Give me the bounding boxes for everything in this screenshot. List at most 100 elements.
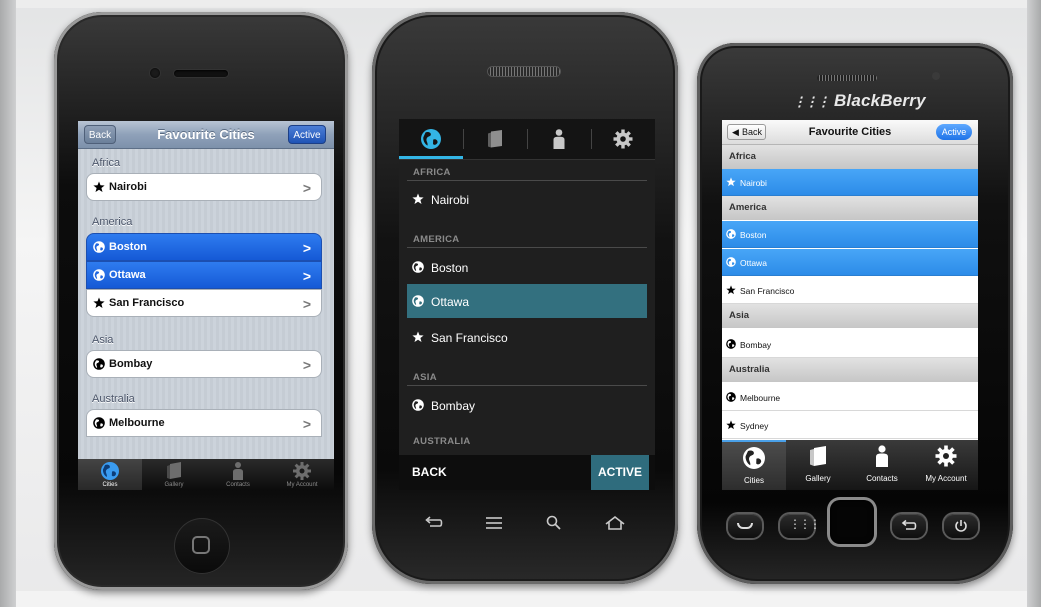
tab-gallery[interactable]: Gallery xyxy=(142,459,206,490)
list-item-label: Bombay xyxy=(431,399,476,413)
contacts-icon xyxy=(870,444,894,468)
gallery-icon xyxy=(164,461,184,481)
earpiece-speaker xyxy=(174,70,228,77)
ios-tab-bar: Cities Gallery Contacts My Account xyxy=(78,459,334,490)
call-key[interactable] xyxy=(728,514,762,538)
list-item-label: Melbourne xyxy=(740,393,781,403)
tab-label: Contacts xyxy=(866,474,898,483)
list-item-ottawa[interactable]: Ottawa xyxy=(407,284,647,318)
list-item-san-francisco[interactable]: San Francisco xyxy=(722,277,978,304)
list-item-label: Nairobi xyxy=(109,181,147,193)
contacts-icon xyxy=(228,461,248,481)
android-bottom-bar: BACK ACTIVE xyxy=(399,455,655,490)
globe-icon xyxy=(412,261,424,273)
power-icon xyxy=(953,518,969,534)
earpiece-speaker xyxy=(488,67,560,76)
list-item-nairobi[interactable]: Nairobi xyxy=(407,182,647,216)
active-button[interactable]: Active xyxy=(936,124,972,140)
list-item-bombay[interactable]: Bombay xyxy=(407,388,647,422)
tab-cities[interactable] xyxy=(399,119,463,159)
tab-settings[interactable] xyxy=(591,119,655,159)
globe-icon xyxy=(93,358,105,370)
gallery-icon xyxy=(484,128,506,150)
globe-icon xyxy=(726,392,736,402)
list-item-boston[interactable]: Boston > xyxy=(86,233,322,261)
star-icon xyxy=(412,193,424,205)
globe-icon xyxy=(412,295,424,307)
tab-cities[interactable]: Cities xyxy=(722,440,786,490)
menu-icon[interactable] xyxy=(484,516,504,530)
list-item-label: San Francisco xyxy=(431,331,508,345)
list-item-label: Boston xyxy=(109,241,147,253)
chevron-right-icon: > xyxy=(302,240,311,256)
globe-icon xyxy=(420,128,442,150)
android-action-tabs xyxy=(399,119,655,160)
star-icon xyxy=(93,181,105,193)
tab-gallery[interactable]: Gallery xyxy=(786,440,850,490)
list-item-label: San Francisco xyxy=(109,297,185,309)
globe-icon xyxy=(412,399,424,411)
home-button[interactable] xyxy=(174,518,230,574)
blackberry-hardware-keys: ⋮⋮⋮ xyxy=(722,500,984,552)
list-item-melbourne[interactable]: Melbourne > xyxy=(86,409,322,437)
section-header-america: AMERICA xyxy=(413,234,460,245)
tab-my-account[interactable]: My Account xyxy=(914,440,978,490)
end-power-key[interactable] xyxy=(944,514,978,538)
list-item-ottawa[interactable]: Ottawa xyxy=(722,249,978,276)
list-item-nairobi[interactable]: Nairobi xyxy=(722,169,978,196)
tab-my-account[interactable]: My Account xyxy=(270,459,334,490)
list-item-san-francisco[interactable]: San Francisco > xyxy=(86,289,322,317)
contacts-icon xyxy=(548,128,570,150)
list-item-label: Nairobi xyxy=(431,193,470,207)
trackpad[interactable] xyxy=(830,500,874,544)
star-icon xyxy=(412,331,424,343)
menu-key[interactable]: ⋮⋮⋮ xyxy=(780,514,821,538)
active-button[interactable]: Active xyxy=(288,125,326,144)
active-button[interactable]: ACTIVE xyxy=(591,455,649,490)
tab-contacts[interactable]: Contacts xyxy=(850,440,914,490)
list-item-label: Nairobi xyxy=(740,178,767,188)
list-item-ottawa[interactable]: Ottawa > xyxy=(86,261,322,289)
list-item-bombay[interactable]: Bombay > xyxy=(86,350,322,378)
chevron-right-icon: > xyxy=(302,296,311,312)
tab-label: Contacts xyxy=(226,482,250,488)
globe-icon xyxy=(93,269,105,281)
back-key[interactable] xyxy=(892,514,926,538)
iphone-screen: Back Favourite Cities Active Africa Nair… xyxy=(78,121,334,490)
tab-contacts[interactable]: Contacts xyxy=(206,459,270,490)
section-header-america: America xyxy=(92,216,133,228)
tab-gallery[interactable] xyxy=(463,119,527,159)
list-item-label: Ottawa xyxy=(109,269,146,281)
globe-icon xyxy=(100,461,120,481)
list-item-sydney[interactable]: Sydney xyxy=(722,412,978,439)
tab-cities[interactable]: Cities xyxy=(78,459,142,490)
section-header-australia: Australia xyxy=(722,358,978,382)
section-header-africa: Africa xyxy=(722,145,978,169)
list-item-melbourne[interactable]: Melbourne xyxy=(722,384,978,411)
star-icon xyxy=(726,420,736,430)
front-camera xyxy=(150,68,160,78)
list-item-label: Ottawa xyxy=(740,258,767,268)
search-icon[interactable] xyxy=(545,514,563,532)
list-item-label: Sydney xyxy=(740,421,769,431)
back-icon[interactable] xyxy=(424,515,444,531)
list-item-bombay[interactable]: Bombay xyxy=(722,331,978,358)
section-header-asia: ASIA xyxy=(413,372,437,383)
gallery-icon xyxy=(806,444,830,468)
list-item-san-francisco[interactable]: San Francisco xyxy=(407,320,647,354)
background-bottom-band xyxy=(16,591,1027,607)
home-icon[interactable] xyxy=(604,514,626,532)
back-button[interactable]: BACK xyxy=(412,455,447,490)
tab-label: My Account xyxy=(286,482,318,488)
bb-navigation-bar: ◀ Back Favourite Cities Active xyxy=(722,120,978,145)
tab-contacts[interactable] xyxy=(527,119,591,159)
gear-icon xyxy=(292,461,312,481)
blackberry-menu-icon: ⋮⋮⋮ xyxy=(789,517,821,531)
chevron-right-icon: > xyxy=(302,357,311,373)
globe-icon xyxy=(726,339,736,349)
list-item-boston[interactable]: Boston xyxy=(407,250,647,284)
call-icon xyxy=(737,523,753,529)
section-divider xyxy=(407,247,647,248)
list-item-nairobi[interactable]: Nairobi > xyxy=(86,173,322,201)
list-item-boston[interactable]: Boston xyxy=(722,221,978,248)
